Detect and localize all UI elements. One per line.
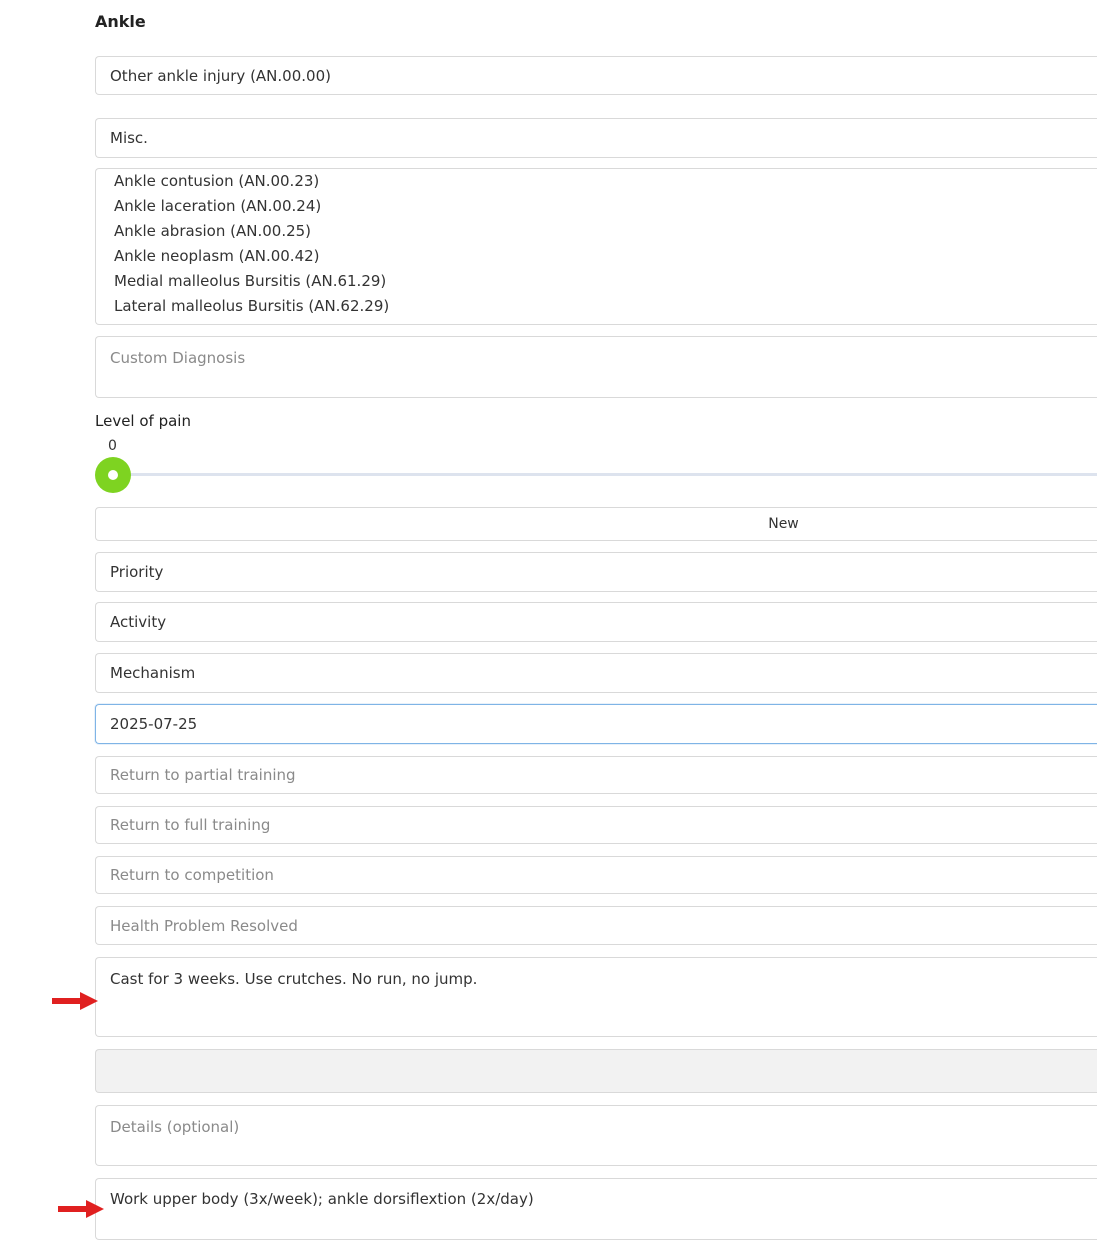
red-arrow-icon <box>52 992 98 1010</box>
return-competition-placeholder: Return to competition <box>110 866 274 884</box>
red-arrow-icon <box>58 1200 104 1218</box>
treatment-notes-textarea[interactable]: Cast for 3 weeks. Use crutches. No run, … <box>95 957 1097 1037</box>
listbox-option[interactable]: Ankle abrasion (AN.00.25) <box>114 219 1097 244</box>
return-partial-training-input[interactable]: Return to partial training <box>95 756 1097 794</box>
rehab-notes-text: Work upper body (3x/week); ankle dorsifl… <box>110 1190 534 1208</box>
diagnosis-select[interactable]: Other ankle injury (AN.00.00) <box>95 56 1097 95</box>
activity-select-value: Activity <box>110 613 167 631</box>
pain-level-value: 0 <box>108 438 117 454</box>
listbox-option[interactable]: Lateral malleolus Bursitis (AN.62.29) <box>114 294 1097 319</box>
rehab-notes-textarea[interactable]: Work upper body (3x/week); ankle dorsifl… <box>95 1178 1097 1240</box>
listbox-option[interactable]: Medial malleolus Bursitis (AN.61.29) <box>114 269 1097 294</box>
listbox-option[interactable]: Ankle neoplasm (AN.00.42) <box>114 244 1097 269</box>
priority-select-value: Priority <box>110 563 164 581</box>
custom-diagnosis-input[interactable]: Custom Diagnosis <box>95 336 1097 398</box>
injury-date-value: 2025-07-25 <box>110 715 198 733</box>
diagnosis-listbox[interactable]: Ankle contusion (AN.00.23) Ankle lacerat… <box>95 168 1097 325</box>
return-full-training-placeholder: Return to full training <box>110 816 271 834</box>
diagnosis-select-value: Other ankle injury (AN.00.00) <box>110 66 331 85</box>
pain-slider-track[interactable] <box>113 473 1097 476</box>
pain-level-label: Level of pain <box>95 412 191 430</box>
custom-diagnosis-placeholder: Custom Diagnosis <box>110 349 246 367</box>
details-placeholder: Details (optional) <box>110 1118 240 1136</box>
listbox-option[interactable]: Ankle laceration (AN.00.24) <box>114 194 1097 219</box>
activity-select[interactable]: Activity <box>95 602 1097 642</box>
mechanism-select-value: Mechanism <box>110 664 196 682</box>
treatment-notes-text: Cast for 3 weeks. Use crutches. No run, … <box>110 970 478 988</box>
category-select-value: Misc. <box>110 129 148 147</box>
return-competition-input[interactable]: Return to competition <box>95 856 1097 894</box>
pain-slider-thumb[interactable] <box>95 457 131 493</box>
injury-date-input[interactable]: 2025-07-25 <box>95 704 1097 744</box>
section-title: Ankle <box>95 12 146 31</box>
status-new-button[interactable]: New <box>95 507 1097 541</box>
return-partial-training-placeholder: Return to partial training <box>110 766 296 784</box>
return-full-training-input[interactable]: Return to full training <box>95 806 1097 844</box>
listbox-option[interactable]: Ankle contusion (AN.00.23) <box>114 169 1097 194</box>
category-select[interactable]: Misc. <box>95 118 1097 158</box>
priority-select[interactable]: Priority <box>95 552 1097 592</box>
problem-resolved-placeholder: Health Problem Resolved <box>110 916 298 935</box>
details-textarea[interactable]: Details (optional) <box>95 1105 1097 1166</box>
problem-resolved-input[interactable]: Health Problem Resolved <box>95 906 1097 945</box>
disabled-field <box>95 1049 1097 1093</box>
mechanism-select[interactable]: Mechanism <box>95 653 1097 693</box>
